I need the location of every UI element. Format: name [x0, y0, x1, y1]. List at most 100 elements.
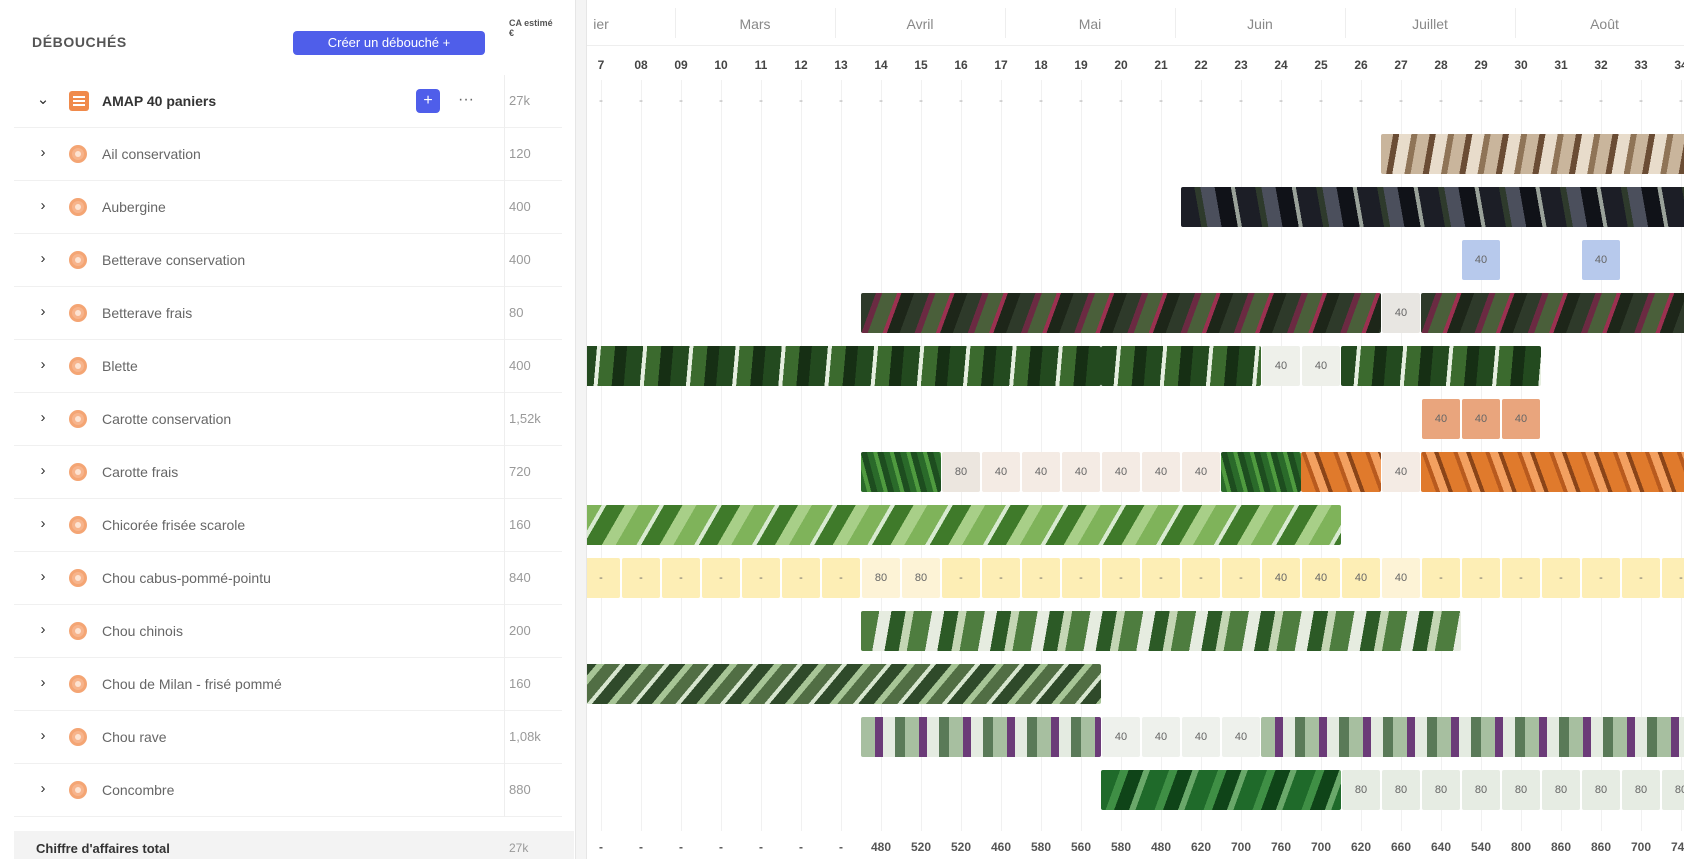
- empty-cell[interactable]: -: [1501, 93, 1541, 107]
- chevron-right-icon[interactable]: ›: [36, 357, 50, 373]
- chevron-right-icon[interactable]: ›: [36, 622, 50, 638]
- empty-cell[interactable]: -: [661, 93, 701, 107]
- empty-cell[interactable]: -: [1341, 93, 1381, 107]
- quantity-cell[interactable]: -: [1662, 558, 1684, 598]
- quantity-cell[interactable]: 40: [1302, 346, 1340, 386]
- empty-cell[interactable]: -: [741, 93, 781, 107]
- harvest-bar[interactable]: [587, 664, 1101, 704]
- quantity-cell[interactable]: 40: [1222, 717, 1260, 757]
- empty-cell[interactable]: -: [1621, 93, 1661, 107]
- quantity-cell[interactable]: 80: [902, 558, 940, 598]
- quantity-cell[interactable]: -: [1422, 558, 1460, 598]
- empty-cell[interactable]: -: [781, 93, 821, 107]
- chevron-right-icon[interactable]: ›: [36, 728, 50, 744]
- quantity-cell[interactable]: -: [702, 558, 740, 598]
- product-row[interactable]: › Betterave frais 80: [14, 287, 562, 340]
- product-row[interactable]: › Carotte frais 720: [14, 446, 562, 499]
- quantity-cell[interactable]: 80: [1382, 770, 1420, 810]
- quantity-cell[interactable]: -: [982, 558, 1020, 598]
- quantity-cell[interactable]: -: [1582, 558, 1620, 598]
- product-row[interactable]: › Blette 400: [14, 340, 562, 393]
- quantity-cell[interactable]: 40: [1502, 399, 1540, 439]
- quantity-cell[interactable]: 40: [1462, 399, 1500, 439]
- harvest-bar[interactable]: [587, 505, 1341, 545]
- quantity-cell[interactable]: 40: [1102, 717, 1140, 757]
- harvest-bar[interactable]: [1381, 134, 1684, 174]
- quantity-cell[interactable]: -: [1222, 558, 1260, 598]
- chevron-right-icon[interactable]: ›: [36, 304, 50, 320]
- quantity-cell[interactable]: 80: [1622, 770, 1660, 810]
- quantity-cell[interactable]: 80: [1462, 770, 1500, 810]
- create-outlet-button[interactable]: Créer un débouché +: [293, 31, 485, 55]
- empty-cell[interactable]: -: [1261, 93, 1301, 107]
- quantity-cell[interactable]: -: [782, 558, 820, 598]
- product-row[interactable]: › Concombre 880: [14, 764, 562, 817]
- quantity-cell[interactable]: -: [1022, 558, 1060, 598]
- product-row[interactable]: › Aubergine 400: [14, 181, 562, 234]
- product-row[interactable]: › Chou cabus-pommé-pointu 840: [14, 552, 562, 605]
- empty-cell[interactable]: -: [1541, 93, 1581, 107]
- quantity-cell[interactable]: 40: [1102, 452, 1140, 492]
- more-options-icon[interactable]: ···: [454, 89, 478, 113]
- quantity-cell[interactable]: -: [1622, 558, 1660, 598]
- empty-cell[interactable]: -: [1221, 93, 1261, 107]
- chevron-right-icon[interactable]: ›: [36, 781, 50, 797]
- harvest-bar[interactable]: [1101, 770, 1341, 810]
- chevron-right-icon[interactable]: ›: [36, 198, 50, 214]
- empty-cell[interactable]: -: [1461, 93, 1501, 107]
- harvest-bar[interactable]: [587, 346, 1101, 386]
- empty-cell[interactable]: -: [1141, 93, 1181, 107]
- harvest-bar[interactable]: [1181, 187, 1684, 227]
- chevron-right-icon[interactable]: ›: [36, 463, 50, 479]
- quantity-cell[interactable]: -: [1502, 558, 1540, 598]
- quantity-cell[interactable]: -: [1142, 558, 1180, 598]
- quantity-cell[interactable]: -: [1182, 558, 1220, 598]
- quantity-cell[interactable]: 40: [1142, 452, 1180, 492]
- empty-cell[interactable]: -: [1061, 93, 1101, 107]
- product-row[interactable]: › Chou chinois 200: [14, 605, 562, 658]
- quantity-cell[interactable]: 40: [1342, 558, 1380, 598]
- empty-cell[interactable]: -: [901, 93, 941, 107]
- quantity-cell[interactable]: 80: [1502, 770, 1540, 810]
- empty-cell[interactable]: -: [1101, 93, 1141, 107]
- quantity-cell[interactable]: 80: [1662, 770, 1684, 810]
- quantity-cell[interactable]: 40: [982, 452, 1020, 492]
- quantity-cell[interactable]: 80: [862, 558, 900, 598]
- harvest-bar[interactable]: [1101, 346, 1261, 386]
- harvest-bar[interactable]: [1421, 452, 1684, 492]
- quantity-cell[interactable]: -: [622, 558, 660, 598]
- empty-cell[interactable]: -: [941, 93, 981, 107]
- quantity-cell[interactable]: 80: [1422, 770, 1460, 810]
- quantity-cell[interactable]: 80: [1342, 770, 1380, 810]
- empty-cell[interactable]: -: [1381, 93, 1421, 107]
- product-row[interactable]: › Chou rave 1,08k: [14, 711, 562, 764]
- quantity-cell[interactable]: 40: [1262, 558, 1300, 598]
- chevron-right-icon[interactable]: ›: [36, 516, 50, 532]
- product-row[interactable]: › Carotte conservation 1,52k: [14, 393, 562, 446]
- empty-cell[interactable]: -: [621, 93, 661, 107]
- quantity-cell[interactable]: -: [742, 558, 780, 598]
- harvest-bar[interactable]: [1261, 717, 1684, 757]
- quantity-cell[interactable]: -: [1462, 558, 1500, 598]
- product-row[interactable]: › Chicorée frisée scarole 160: [14, 499, 562, 552]
- empty-cell[interactable]: -: [981, 93, 1021, 107]
- quantity-cell[interactable]: 40: [1582, 240, 1620, 280]
- quantity-cell[interactable]: 40: [1462, 240, 1500, 280]
- quantity-cell[interactable]: -: [1542, 558, 1580, 598]
- harvest-bar[interactable]: [1301, 452, 1381, 492]
- quantity-cell[interactable]: -: [1102, 558, 1140, 598]
- empty-cell[interactable]: -: [1301, 93, 1341, 107]
- quantity-cell[interactable]: 40: [1422, 399, 1460, 439]
- chevron-right-icon[interactable]: ›: [36, 675, 50, 691]
- quantity-cell[interactable]: 40: [1382, 452, 1420, 492]
- chevron-right-icon[interactable]: ›: [36, 569, 50, 585]
- quantity-cell[interactable]: 40: [1182, 452, 1220, 492]
- empty-cell[interactable]: -: [701, 93, 741, 107]
- harvest-bar[interactable]: [1341, 346, 1541, 386]
- empty-cell[interactable]: -: [1581, 93, 1621, 107]
- quantity-cell[interactable]: -: [587, 558, 620, 598]
- quantity-cell[interactable]: -: [822, 558, 860, 598]
- quantity-cell[interactable]: 40: [1382, 293, 1420, 333]
- quantity-cell[interactable]: 40: [1262, 346, 1300, 386]
- quantity-cell[interactable]: 80: [1582, 770, 1620, 810]
